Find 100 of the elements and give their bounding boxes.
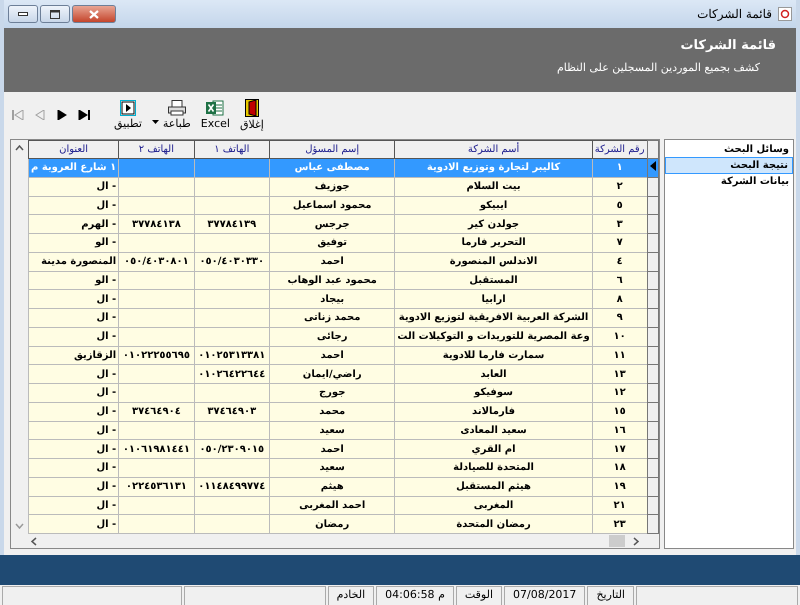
table-cell: سعيد <box>270 458 395 478</box>
column-header[interactable]: أسم الشركة <box>394 140 592 158</box>
row-selector[interactable] <box>647 421 658 440</box>
table-cell: ١٨ <box>592 458 648 478</box>
table-cell: ٦ <box>592 271 648 290</box>
table-cell: ايبيكو <box>394 196 592 215</box>
maximize-icon <box>50 10 60 18</box>
maximize-button[interactable] <box>40 5 70 23</box>
app-icon <box>778 7 792 21</box>
table-cell: جوزيف <box>270 177 395 196</box>
scroll-left-icon[interactable] <box>31 536 37 546</box>
table-cell: الشركة العربية الافريقية لتوزيع الادوية <box>394 308 592 328</box>
table-cell: احمد <box>270 252 395 271</box>
scroll-down-icon[interactable] <box>15 523 24 529</box>
first-record-icon <box>12 110 24 120</box>
status-field: التاريخ <box>587 586 634 605</box>
apply-button[interactable]: تطبيق <box>112 100 144 130</box>
table-cell: الزقازيق <box>28 346 119 365</box>
table-cell: - ال <box>28 496 119 515</box>
spreadsheet-icon <box>206 100 224 116</box>
table-cell: - ال <box>28 384 119 402</box>
excel-button[interactable]: Excel <box>198 100 232 130</box>
table-cell: ارابيا <box>394 290 592 308</box>
table-cell: - ال <box>28 402 119 421</box>
table-cell: محمد <box>270 402 395 421</box>
table-cell: احمد <box>270 440 395 458</box>
row-selector[interactable] <box>647 458 658 478</box>
exit-door-icon <box>244 98 259 116</box>
column-header[interactable]: الهاتف ٢ <box>118 140 194 158</box>
header-title: قائمة الشركات <box>679 38 776 53</box>
row-selector[interactable] <box>647 308 658 328</box>
row-selector[interactable] <box>647 402 658 421</box>
row-selector[interactable] <box>647 252 658 271</box>
close-button[interactable]: إغلاق <box>238 98 266 130</box>
header-subtitle: كشف بجميع الموردين المسجلين على النظام <box>556 61 760 74</box>
table-cell: ٠١١٤٨٤٩٩٧٧٤ <box>194 477 270 496</box>
table-cell: - ال <box>28 308 119 328</box>
table-cell: ٠١٠٢٦٤٢٢٦٤٤ <box>194 364 270 384</box>
print-button[interactable]: طباعة <box>160 100 193 130</box>
table-cell: ٢١ <box>592 496 648 515</box>
table-cell: محمود اسماعيل <box>270 196 395 215</box>
column-header[interactable]: العنوان <box>28 140 119 158</box>
sidebar-item[interactable]: بيانات الشركة <box>665 174 793 189</box>
scroll-up-icon[interactable] <box>15 145 24 151</box>
table-cell: ٠٢٢٤٥٣٦١٣١ <box>118 477 194 496</box>
row-selector[interactable] <box>647 364 658 384</box>
row-selector[interactable] <box>647 327 658 346</box>
row-selector[interactable] <box>647 196 658 215</box>
column-header[interactable]: رقم الشركة <box>592 140 648 158</box>
row-selector[interactable] <box>647 158 658 178</box>
table-cell: ٣٧٧٨٤١٣٩ <box>194 214 270 234</box>
row-selector[interactable] <box>647 290 658 308</box>
row-selector[interactable] <box>647 234 658 252</box>
table-cell: جرجس <box>270 214 395 234</box>
column-header[interactable]: الهاتف ١ <box>194 140 270 158</box>
table-cell: راضي/ايمان <box>270 364 395 384</box>
row-selector[interactable] <box>647 477 658 496</box>
row-selector[interactable] <box>647 514 658 534</box>
current-row-icon <box>650 161 656 172</box>
table-cell: فارمالاند <box>394 402 592 421</box>
table-cell: العابد <box>394 364 592 384</box>
table-cell: ١٠ <box>592 327 648 346</box>
row-selector[interactable] <box>647 346 658 365</box>
table-cell: التحرير فارما <box>394 234 592 252</box>
next-record-icon <box>57 110 67 120</box>
table-cell: ١ <box>592 158 648 178</box>
printer-icon <box>168 100 186 116</box>
status-field: الوقت <box>456 586 502 605</box>
table-cell: - الهرم <box>28 214 119 234</box>
caret-icon[interactable] <box>152 120 159 124</box>
minimize-button[interactable] <box>8 5 38 23</box>
table-cell: - ال <box>28 364 119 384</box>
row-selector[interactable] <box>647 440 658 458</box>
table-cell: المتحدة للصيادلة <box>394 458 592 478</box>
table-cell: - ال <box>28 177 119 196</box>
sidebar-item[interactable]: وسائل البحث <box>665 142 793 157</box>
row-selector[interactable] <box>647 384 658 402</box>
table-cell: - الو <box>28 271 119 290</box>
scroll-thumb[interactable] <box>609 535 625 547</box>
table-cell: احمد <box>270 346 395 365</box>
table-cell: رجائى <box>270 327 395 346</box>
sidebar-item[interactable]: نتيجة البحث <box>665 157 793 174</box>
table-cell: سعيد <box>270 421 395 440</box>
table-cell: المستقبل <box>394 271 592 290</box>
table-cell: ١٣ <box>592 364 648 384</box>
row-selector[interactable] <box>647 271 658 290</box>
row-selector[interactable] <box>647 496 658 515</box>
close-button[interactable] <box>72 5 116 23</box>
table-cell: هيثم المستقبل <box>394 477 592 496</box>
row-selector[interactable] <box>647 177 658 196</box>
table-cell: سمارت فارما للادوية <box>394 346 592 365</box>
table-cell: ٧ <box>592 234 648 252</box>
play-icon <box>120 100 136 116</box>
table-cell: ٠١٠٢٥٣١٣٣٨١ <box>194 346 270 365</box>
table-cell: ٤ <box>592 252 648 271</box>
scroll-right-icon[interactable] <box>633 536 639 546</box>
table-cell: ٣٧٤٦٤٩٠٤ <box>118 402 194 421</box>
minimize-icon <box>18 12 28 16</box>
row-selector[interactable] <box>647 214 658 234</box>
column-header[interactable]: إسم المسؤل <box>270 140 395 158</box>
